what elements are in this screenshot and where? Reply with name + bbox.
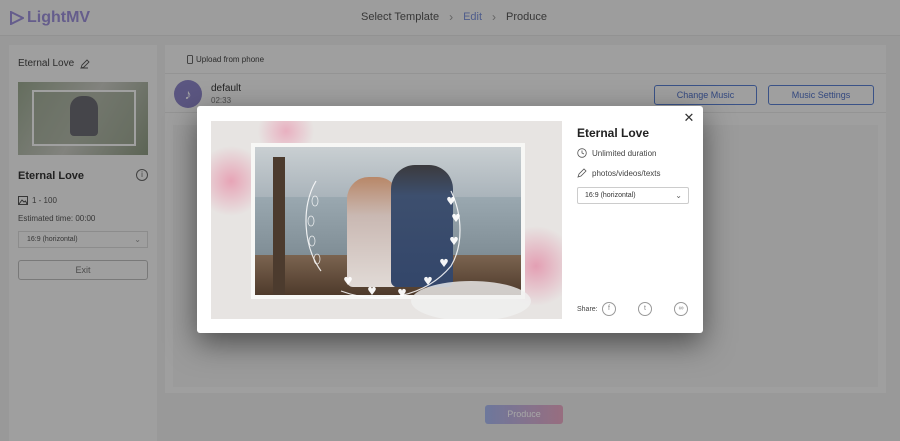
duration-row: Unlimited duration (577, 148, 656, 158)
media-types-text: photos/videos/texts (592, 168, 661, 178)
twitter-icon[interactable]: t (638, 302, 652, 316)
chevron-down-icon: ⌄ (675, 191, 682, 200)
facebook-icon[interactable]: f (602, 302, 616, 316)
media-types-row: photos/videos/texts (577, 168, 660, 178)
template-preview-video[interactable] (211, 121, 562, 319)
modal-title: Eternal Love (577, 126, 650, 140)
modal-aspect-ratio-select[interactable]: 16:9 (horizontal) ⌄ (577, 187, 689, 204)
link-icon[interactable]: ∞ (674, 302, 688, 316)
share-label: Share: (577, 306, 598, 313)
clock-icon (577, 148, 587, 158)
duration-text: Unlimited duration (592, 148, 657, 158)
template-preview-modal: ✕ Eternal Love Unlimited duration photos… (197, 106, 703, 333)
close-icon[interactable]: ✕ (682, 111, 696, 125)
brush-stroke (411, 281, 531, 319)
modal-aspect-ratio-value: 16:9 (horizontal) (585, 192, 636, 199)
pencil-icon (577, 168, 587, 178)
